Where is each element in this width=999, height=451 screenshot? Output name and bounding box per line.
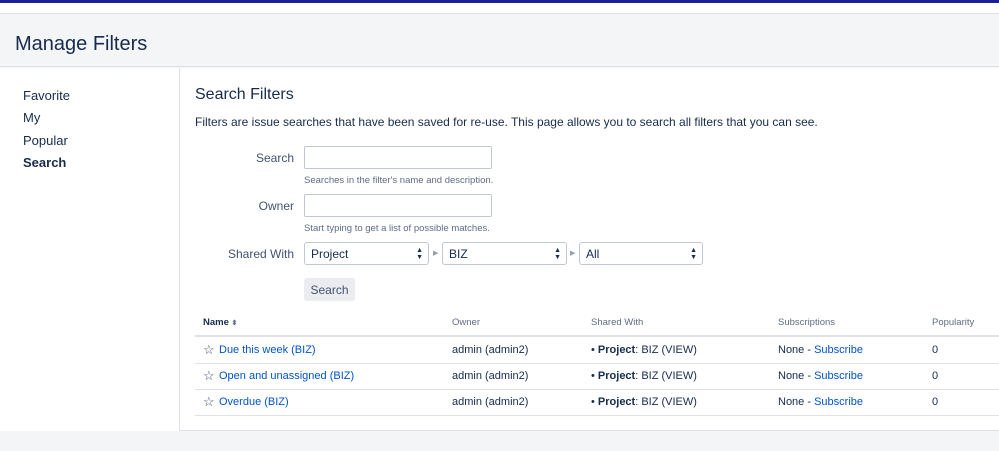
content-area: Favorite My Popular Search Search Filter…	[0, 68, 999, 431]
select-arrows-icon: ▲ ▼	[690, 247, 697, 261]
owner-label: Owner	[258, 199, 294, 213]
select-arrows-icon: ▲ ▼	[554, 247, 561, 261]
sidebar-item-favorite[interactable]: Favorite	[23, 88, 70, 103]
column-header-subscriptions: Subscriptions	[778, 317, 836, 328]
filter-name-link[interactable]: Overdue (BIZ)	[219, 396, 289, 408]
subscribe-link[interactable]: Subscribe	[814, 396, 863, 408]
sidebar-item-popular[interactable]: Popular	[23, 133, 68, 148]
main-panel: Search Filters Filters are issue searche…	[181, 68, 999, 431]
filter-name-link[interactable]: Due this week (BIZ)	[219, 344, 316, 356]
top-strip	[0, 3, 999, 14]
owner-hint: Start typing to get a list of possible m…	[304, 223, 490, 234]
filter-popularity: 0	[932, 344, 939, 356]
filter-subscriptions: None - Subscribe	[778, 344, 863, 356]
filter-popularity: 0	[932, 370, 939, 382]
star-icon[interactable]: ☆	[203, 342, 215, 358]
filter-shared-with: • Project: BIZ (VIEW)	[591, 396, 697, 408]
search-hint: Searches in the filter's name and descri…	[304, 175, 494, 186]
sort-icon: ⬍	[231, 320, 238, 327]
filter-subscriptions: None - Subscribe	[778, 396, 863, 408]
shared-with-label: Shared With	[227, 247, 294, 261]
column-header-shared-with: Shared With	[591, 317, 644, 328]
filter-shared-with: • Project: BIZ (VIEW)	[591, 344, 697, 356]
filter-popularity: 0	[932, 396, 939, 408]
search-label: Search	[255, 151, 294, 165]
sidebar-item-my[interactable]: My	[23, 110, 40, 125]
filter-owner: admin (admin2)	[452, 344, 529, 356]
page-title: Manage Filters	[15, 33, 148, 55]
star-icon[interactable]: ☆	[203, 394, 215, 410]
role-select[interactable]: All ▲ ▼	[579, 242, 703, 265]
chevron-right-icon: ▶	[570, 250, 576, 257]
search-button[interactable]: Search	[304, 278, 355, 301]
share-type-value: Project	[311, 247, 349, 261]
search-input[interactable]	[304, 146, 492, 169]
select-arrows-icon: ▲ ▼	[416, 247, 423, 261]
owner-input[interactable]	[304, 194, 492, 217]
filter-name-link[interactable]: Open and unassigned (BIZ)	[219, 370, 354, 382]
chevron-right-icon: ▶	[433, 250, 439, 257]
row-divider	[195, 363, 999, 364]
table-header-divider	[195, 335, 999, 337]
sidebar-item-search[interactable]: Search	[23, 155, 66, 170]
column-header-owner: Owner	[452, 317, 480, 328]
filter-subscriptions: None - Subscribe	[778, 370, 863, 382]
section-title: Search Filters	[195, 86, 294, 103]
row-divider	[195, 415, 999, 416]
filter-owner: admin (admin2)	[452, 370, 529, 382]
project-value: BIZ	[449, 247, 468, 261]
filter-shared-with: • Project: BIZ (VIEW)	[591, 370, 697, 382]
filter-owner: admin (admin2)	[452, 396, 529, 408]
share-type-select[interactable]: Project ▲ ▼	[304, 242, 429, 265]
star-icon[interactable]: ☆	[203, 368, 215, 384]
section-description: Filters are issue searches that have bee…	[195, 115, 818, 129]
row-divider	[195, 389, 999, 390]
project-select[interactable]: BIZ ▲ ▼	[442, 242, 567, 265]
subscribe-link[interactable]: Subscribe	[814, 344, 863, 356]
column-header-name[interactable]: Name ⬍	[203, 317, 237, 328]
page-header: Manage Filters	[0, 15, 999, 67]
role-value: All	[586, 247, 600, 261]
sidebar: Favorite My Popular Search	[0, 68, 180, 431]
subscribe-link[interactable]: Subscribe	[814, 370, 863, 382]
column-header-popularity: Popularity	[932, 317, 975, 328]
page-footer	[0, 432, 999, 451]
